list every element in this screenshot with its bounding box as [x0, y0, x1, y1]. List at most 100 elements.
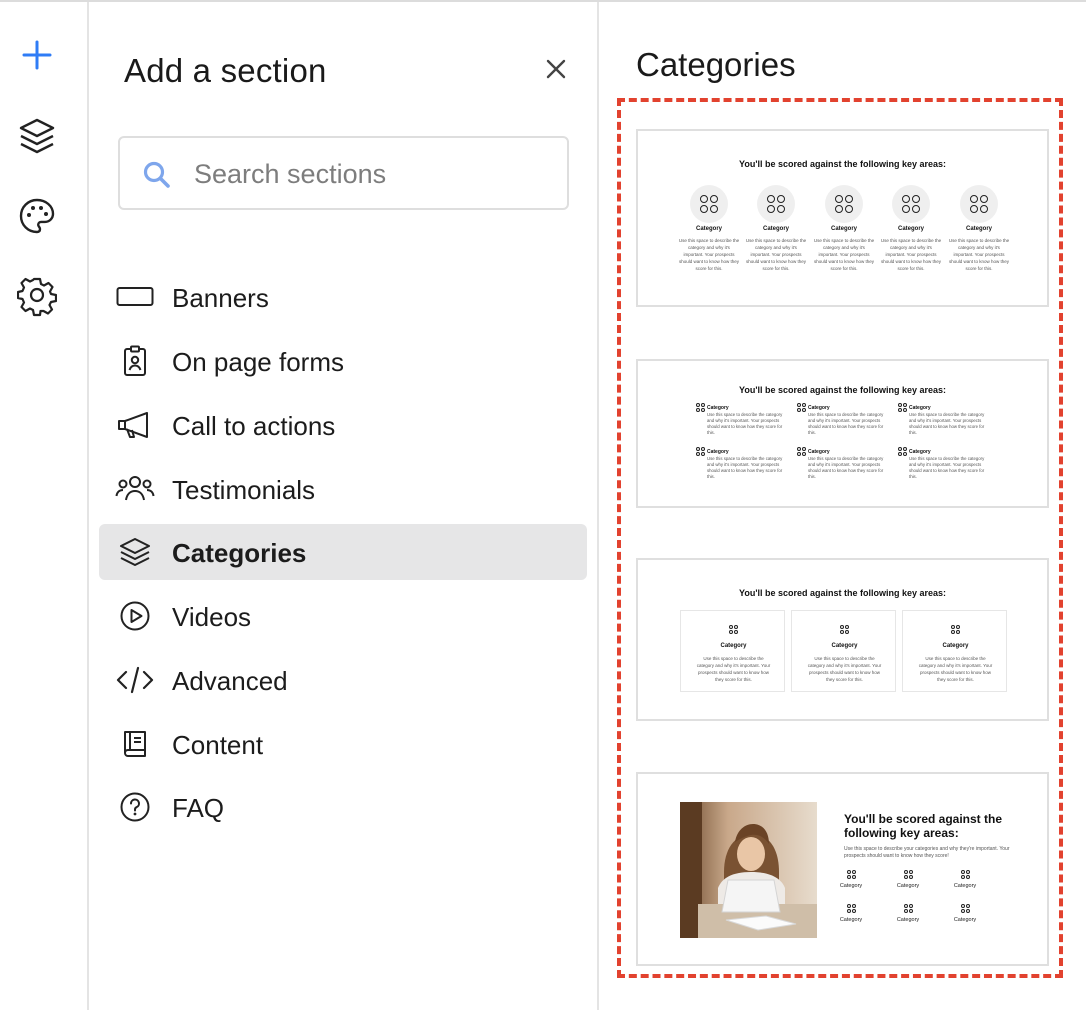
theme-button[interactable] — [14, 193, 60, 239]
nav-item-on-page-forms[interactable]: On page forms — [99, 333, 587, 389]
category-icon — [696, 403, 705, 412]
category-title: Category — [696, 403, 729, 412]
template-card-4[interactable]: You'll be scored against the following k… — [636, 772, 1049, 966]
nav-item-advanced[interactable]: Advanced — [99, 652, 587, 708]
nav-label-faq: FAQ — [172, 793, 225, 823]
question-icon — [115, 791, 155, 823]
category-title: Category — [898, 447, 931, 456]
category-item: Category — [831, 904, 871, 923]
category-icon — [898, 447, 907, 456]
category-label: Category — [965, 226, 992, 232]
category-icon — [970, 195, 988, 213]
search-box[interactable] — [118, 136, 569, 210]
template-card-1[interactable]: You'll be scored against the following k… — [636, 129, 1049, 307]
nav-item-banners[interactable]: Banners — [99, 269, 587, 325]
category-circle — [757, 185, 795, 223]
category-label: Category — [839, 883, 863, 889]
banner-icon — [115, 281, 155, 313]
template-heading: You'll be scored against the following k… — [738, 588, 947, 598]
template-description: Use this space to describe your categori… — [844, 846, 1010, 859]
nav-item-testimonials[interactable]: Testimonials — [99, 461, 587, 517]
category-item: Category — [888, 870, 928, 889]
search-icon — [143, 161, 170, 188]
woman-laptop-photo — [680, 802, 817, 938]
category-circle — [892, 185, 930, 223]
nav-item-content[interactable]: Content — [99, 716, 587, 772]
category-description: Use this space to describe the category … — [745, 238, 807, 271]
category-icon — [696, 447, 705, 456]
close-button[interactable] — [539, 52, 573, 86]
layers-icon — [115, 536, 155, 568]
add-button[interactable] — [14, 32, 60, 78]
category-icon — [846, 904, 856, 913]
category-label: Category — [720, 643, 747, 649]
category-description: Use this space to describe the category … — [808, 456, 884, 479]
panel-title: Add a section — [124, 52, 327, 89]
clipboard-icon — [115, 345, 155, 377]
category-icon — [903, 904, 913, 913]
nav-label-categories: Categories — [172, 538, 307, 568]
category-icon — [898, 403, 907, 412]
category-icon — [846, 870, 856, 879]
category-label: Category — [762, 226, 789, 232]
people-icon — [115, 473, 155, 505]
add-section-panel: Add a section Banners On page forms Call… — [89, 2, 599, 1010]
category-item: Category — [945, 904, 985, 923]
category-label: Category — [808, 404, 830, 411]
category-description: Use this space to describe the category … — [808, 412, 884, 435]
category-label: Category — [909, 404, 931, 411]
template-card-3[interactable]: You'll be scored against the following k… — [636, 558, 1049, 721]
category-label: Category — [909, 448, 931, 455]
template-card-2[interactable]: You'll be scored against the following k… — [636, 359, 1049, 508]
settings-button[interactable] — [14, 274, 60, 320]
category-description: Use this space to describe the category … — [948, 238, 1010, 271]
category-description: Use this space to describe the category … — [813, 238, 875, 271]
category-description: Use this space to describe the category … — [696, 656, 771, 682]
layers-icon — [19, 118, 55, 154]
gear-icon — [17, 277, 57, 317]
category-card: Category Use this space to describe the c… — [791, 610, 896, 692]
content-title: Categories — [636, 46, 796, 83]
layers-button[interactable] — [14, 113, 60, 159]
category-icon — [951, 625, 960, 634]
category-description: Use this space to describe the category … — [918, 656, 993, 682]
category-item: Category — [945, 870, 985, 889]
category-label: Category — [953, 917, 977, 923]
category-description: Use this space to describe the category … — [678, 238, 740, 271]
nav-item-videos[interactable]: Videos — [99, 588, 587, 644]
close-icon — [546, 59, 566, 79]
nav-label-banners: Banners — [172, 283, 269, 313]
category-icon — [797, 403, 806, 412]
category-label: Category — [831, 643, 858, 649]
nav-item-categories[interactable]: Categories — [99, 524, 587, 580]
category-item: Category — [888, 904, 928, 923]
category-description: Use this space to describe the category … — [707, 412, 783, 435]
category-icon — [700, 195, 718, 213]
category-icon — [835, 195, 853, 213]
nav-label-advanced: Advanced — [172, 666, 288, 696]
nav-label-on-page-forms: On page forms — [172, 347, 344, 377]
category-label: Category — [953, 883, 977, 889]
category-title: Category — [797, 447, 830, 456]
category-card: Category Use this space to describe the c… — [680, 610, 785, 692]
category-circle — [825, 185, 863, 223]
icon-rail — [0, 2, 89, 1010]
category-label: Category — [808, 448, 830, 455]
category-title: Category — [797, 403, 830, 412]
category-icon — [840, 625, 849, 634]
nav-item-faq[interactable]: FAQ — [99, 779, 587, 835]
search-input[interactable] — [194, 152, 554, 196]
book-icon — [115, 728, 155, 760]
nav-label-call-to-actions: Call to actions — [172, 411, 336, 441]
category-description: Use this space to describe the category … — [909, 412, 985, 435]
category-label: Category — [896, 917, 920, 923]
category-description: Use this space to describe the category … — [807, 656, 882, 682]
category-card: Category Use this space to describe the c… — [902, 610, 1007, 692]
category-label: Category — [942, 643, 969, 649]
category-label: Category — [707, 448, 729, 455]
nav-item-call-to-actions[interactable]: Call to actions — [99, 397, 587, 453]
category-icon — [797, 447, 806, 456]
category-icon — [902, 195, 920, 213]
nav-label-videos: Videos — [172, 602, 252, 632]
template-heading: You'll be scored against the following k… — [738, 385, 947, 395]
